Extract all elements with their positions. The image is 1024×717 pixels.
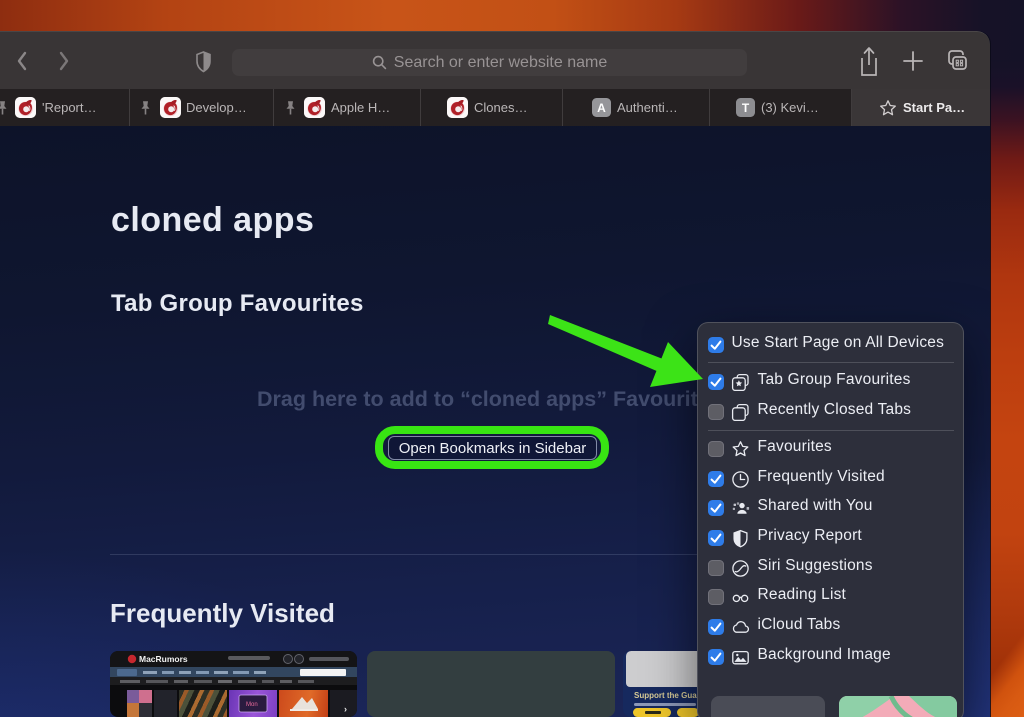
svg-text:Mon: Mon bbox=[246, 702, 258, 708]
svg-text:MacRumors: MacRumors bbox=[139, 654, 188, 664]
